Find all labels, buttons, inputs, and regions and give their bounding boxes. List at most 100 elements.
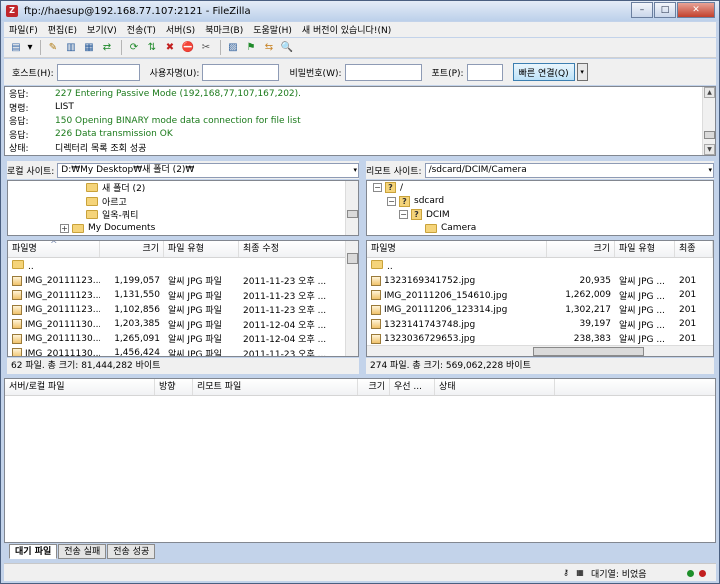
menu-server[interactable]: 서버(S) — [161, 23, 200, 36]
remote-col-type[interactable]: 파일 유형 — [615, 241, 675, 257]
tree-item[interactable]: −? sdcard — [367, 195, 713, 209]
queue-col-remote-file[interactable]: 리모트 파일 — [193, 379, 358, 395]
scroll-thumb[interactable] — [347, 209, 358, 218]
file-row[interactable]: IMG_20111130... 1,456,424 알씨 JPG 파일 2011-11… — [8, 346, 346, 357]
toggle-queue-icon[interactable]: ⇄ — [99, 40, 115, 56]
file-row[interactable]: IMG_20111206_123314.jpg 1,302,217 알씨 JPG .… — [367, 303, 713, 318]
scroll-down-icon[interactable]: ▼ — [704, 144, 715, 155]
cancel-icon[interactable]: ✖ — [162, 40, 178, 56]
menu-edit[interactable]: 편집(E) — [43, 23, 82, 36]
remote-col-size[interactable]: 크기 — [547, 241, 615, 257]
queue-col-priority[interactable]: 우선 ... — [390, 379, 435, 395]
tree-item[interactable]: 새 폴더 (2) — [8, 181, 358, 195]
menu-transfer[interactable]: 전송(T) — [122, 23, 161, 36]
file-row[interactable]: 1323141743748.jpg 39,197 알씨 JPG ... 201 — [367, 317, 713, 332]
file-name-cell: IMG_20111206_123314.jpg — [367, 304, 547, 315]
tree-item[interactable]: −? DCIM — [367, 208, 713, 222]
file-type: 알씨 JPG ... — [619, 291, 665, 302]
chevron-down-icon[interactable]: ▾ — [708, 164, 712, 177]
queue-col-direction[interactable]: 방향 — [155, 379, 193, 395]
file-name: 1323141743748.jpg — [384, 319, 476, 330]
file-size: 1,456,424 — [114, 348, 160, 357]
toggle-local-tree-icon[interactable]: ▥ — [63, 40, 79, 56]
scroll-thumb[interactable] — [704, 130, 715, 139]
username-input[interactable] — [202, 63, 280, 81]
maximize-button[interactable]: □ — [654, 2, 676, 18]
local-tree-scrollbar[interactable] — [345, 181, 358, 235]
tree-item[interactable]: −? / — [367, 181, 713, 195]
tree-item[interactable]: + My Documents — [8, 222, 358, 236]
scroll-thumb[interactable] — [533, 347, 644, 356]
remote-col-modified[interactable]: 최종 — [675, 241, 713, 257]
reconnect-icon[interactable]: ✂ — [198, 40, 214, 56]
toggle-log-icon[interactable]: ✎ — [45, 40, 61, 56]
process-queue-icon[interactable]: ⇅ — [144, 40, 160, 56]
remote-path-input[interactable]: /sdcard/DCIM/Camera ▾ — [424, 162, 714, 178]
menu-file[interactable]: 파일(F) — [4, 23, 43, 36]
collapse-icon[interactable]: − — [373, 183, 382, 193]
menu-view[interactable]: 보기(V) — [82, 23, 122, 36]
tab-queued-files[interactable]: 대기 파일 — [9, 544, 58, 559]
local-col-size[interactable]: 크기 — [100, 241, 164, 257]
refresh-icon[interactable]: ⟳ — [126, 40, 142, 56]
file-row[interactable]: 1323036729653.jpg 238,383 알씨 JPG ... 201 — [367, 332, 713, 347]
compare-icon[interactable]: ⚑ — [243, 40, 259, 56]
local-col-filename[interactable]: 파일명 ^ — [8, 241, 100, 257]
disconnect-icon[interactable]: ⛔ — [180, 40, 196, 56]
quickconnect-button[interactable]: 빠른 연결(Q) — [512, 63, 575, 81]
tree-item[interactable]: 일옥-쿼티 — [8, 208, 358, 222]
local-col-type[interactable]: 파일 유형 — [164, 241, 239, 257]
local-col-modified[interactable]: 최종 수정 — [239, 241, 346, 257]
scroll-up-icon[interactable]: ▲ — [704, 87, 715, 98]
file-row[interactable]: .. — [8, 259, 346, 274]
file-row[interactable]: IMG_20111123... 1,199,057 알씨 JPG 파일 2011-11… — [8, 274, 346, 289]
queue-col-status[interactable]: 상태 — [435, 379, 555, 395]
collapse-icon[interactable]: − — [399, 210, 408, 220]
quickconnect-dropdown-icon[interactable]: ▾ — [576, 63, 588, 81]
chevron-down-icon[interactable]: ▾ — [353, 164, 357, 177]
window-controls: – □ ✕ — [630, 2, 715, 18]
remote-list-hscrollbar[interactable] — [367, 345, 713, 356]
file-row[interactable]: IMG_20111130... 1,265,091 알씨 JPG 파일 2011-12… — [8, 332, 346, 347]
file-row[interactable]: IMG_20111206_154610.jpg 1,262,009 알씨 JPG .… — [367, 288, 713, 303]
file-row[interactable]: IMG_20111123... 1,102,856 알씨 JPG 파일 2011-11… — [8, 303, 346, 318]
file-row[interactable]: IMG_20111123... 1,131,550 알씨 JPG 파일 2011-11… — [8, 288, 346, 303]
local-path-input[interactable]: D:₩My Desktop₩새 폴더 (2)₩ ▾ — [57, 162, 359, 178]
scroll-thumb[interactable] — [347, 253, 358, 264]
tree-item[interactable]: Camera — [367, 222, 713, 236]
file-row[interactable]: IMG_20111130... 1,203,385 알씨 JPG 파일 2011-12… — [8, 317, 346, 332]
password-input[interactable] — [344, 63, 422, 81]
file-row[interactable]: .. — [367, 259, 713, 274]
toggle-remote-tree-icon[interactable]: ▦ — [81, 40, 97, 56]
message-log-scrollbar[interactable]: ▲ ▼ — [702, 87, 715, 155]
tab-successful-transfers[interactable]: 전송 성공 — [107, 544, 156, 559]
minimize-button[interactable]: – — [631, 2, 653, 18]
queue-status-text: 대기열: 비었음 — [591, 570, 647, 580]
host-input[interactable] — [56, 63, 140, 81]
quickconnect-bar: 호스트(H): 사용자명(U): 비밀번호(W): 포트(P): 빠른 연결(Q… — [4, 59, 716, 85]
remote-col-filename[interactable]: 파일명 — [367, 241, 547, 257]
close-button[interactable]: ✕ — [677, 2, 715, 18]
title-bar[interactable]: Z ftp://haesup@192.168.77.107:2121 - Fil… — [1, 1, 719, 21]
tab-failed-transfers[interactable]: 전송 실패 — [58, 544, 107, 559]
search-icon[interactable]: 🔍 — [279, 40, 295, 56]
filter-icon[interactable]: ▨ — [225, 40, 241, 56]
expand-icon[interactable]: + — [60, 223, 69, 233]
file-name: IMG_20111206_123314.jpg — [384, 305, 508, 315]
collapse-icon[interactable]: − — [387, 196, 396, 206]
local-list-scrollbar[interactable] — [345, 241, 358, 356]
menu-new-version[interactable]: 새 버전이 있습니다!(N) — [297, 23, 396, 36]
site-manager-icon[interactable]: ▤ — [8, 40, 24, 56]
queue-col-size[interactable]: 크기 — [358, 379, 390, 395]
port-input[interactable] — [466, 63, 503, 81]
file-name-cell: IMG_20111123... — [8, 275, 100, 286]
jpg-file-icon — [12, 348, 22, 356]
speed-limit-icon[interactable]: ▦ — [574, 567, 586, 578]
file-row[interactable]: 1323169341752.jpg 20,935 알씨 JPG ... 201 — [367, 274, 713, 289]
queue-col-local-file[interactable]: 서버/로컬 파일 — [5, 379, 155, 395]
sync-browse-icon[interactable]: ⇆ — [261, 40, 277, 56]
menu-help[interactable]: 도움말(H) — [248, 23, 297, 36]
site-manager-dropdown-icon[interactable]: ▾ — [26, 40, 34, 56]
menu-bookmarks[interactable]: 북마크(B) — [200, 23, 248, 36]
tree-item[interactable]: 아르고 — [8, 195, 358, 209]
